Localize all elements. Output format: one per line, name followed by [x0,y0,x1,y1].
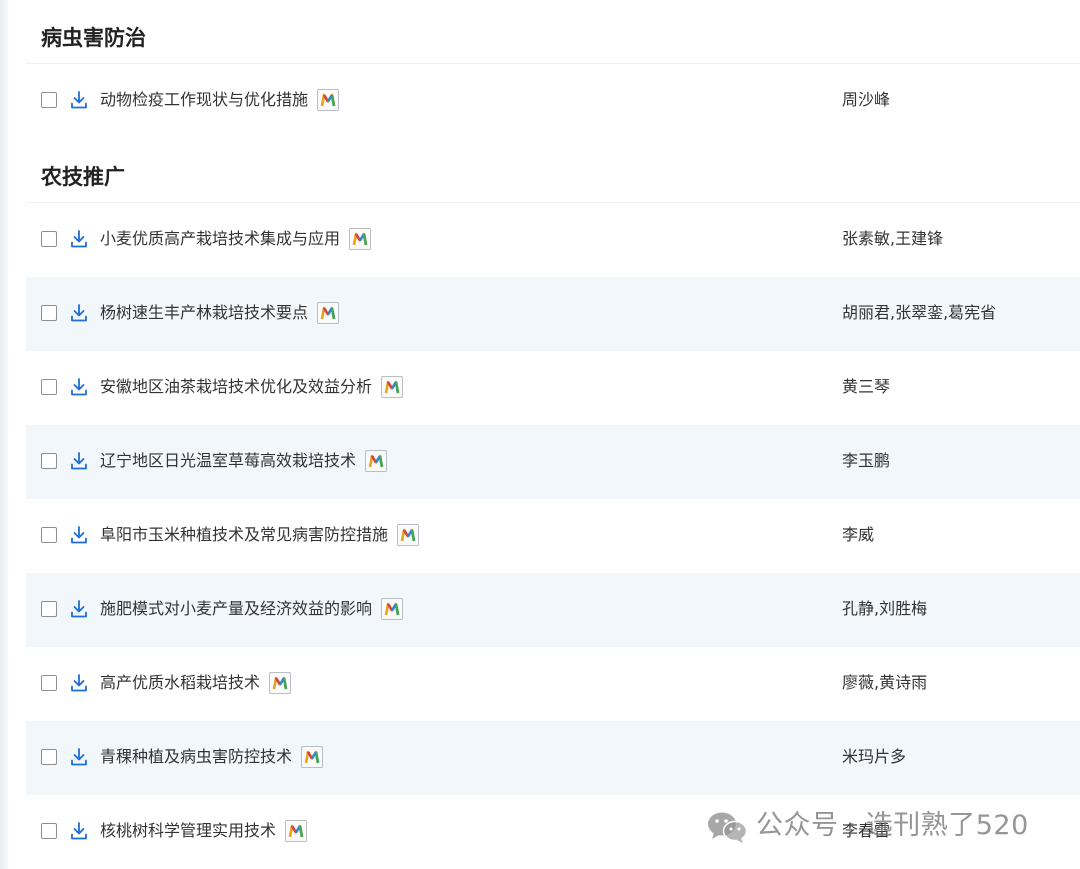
title-wrap: 核桃树科学管理实用技术 [100,818,308,844]
row-checkbox[interactable] [41,92,57,108]
download-icon[interactable] [68,376,90,398]
article-title-link[interactable]: 阜阳市玉米种植技术及常见病害防控措施 [100,522,388,548]
row-checkbox[interactable] [41,823,57,839]
download-icon[interactable] [68,524,90,546]
m-badge-icon[interactable] [381,598,404,620]
page: 病虫害防治 动物检疫工作现状与优化措施 周沙峰 农技推广 小麦优质高产栽培技术集… [0,0,1080,869]
article-title-link[interactable]: 施肥模式对小麦产量及经济效益的影响 [100,596,372,622]
m-badge-icon[interactable] [301,746,324,768]
row-checkbox[interactable] [41,749,57,765]
list-item[interactable]: 安徽地区油茶栽培技术优化及效益分析 黄三琴 [26,351,1080,425]
m-badge-icon[interactable] [269,672,292,694]
author-names: 李玉鹏 [842,451,891,470]
title-wrap: 阜阳市玉米种植技术及常见病害防控措施 [100,522,420,548]
row-checkbox[interactable] [41,453,57,469]
article-title-link[interactable]: 杨树速生丰产林栽培技术要点 [100,300,308,326]
article-title-link[interactable]: 动物检疫工作现状与优化措施 [100,87,308,113]
row-checkbox[interactable] [41,527,57,543]
section-title: 病虫害防治 [41,26,146,50]
m-badge-icon[interactable] [381,376,404,398]
row-checkbox[interactable] [41,675,57,691]
title-wrap: 小麦优质高产栽培技术集成与应用 [100,226,372,252]
download-icon[interactable] [68,89,90,111]
list-item[interactable]: 青稞种植及病虫害防控技术 米玛片多 [26,721,1080,795]
list-item[interactable]: 高产优质水稻栽培技术 廖薇,黄诗雨 [26,647,1080,721]
author-names: 黄三琴 [842,377,891,396]
article-title-link[interactable]: 核桃树科学管理实用技术 [100,818,276,844]
row-checkbox[interactable] [41,305,57,321]
author-names: 胡丽君,张翠銮,葛宪省 [842,303,997,322]
download-icon[interactable] [68,746,90,768]
m-badge-icon[interactable] [397,524,420,546]
list-item[interactable]: 小麦优质高产栽培技术集成与应用 张素敏,王建锋 [26,203,1080,277]
left-edge-shadow [0,0,8,869]
download-icon[interactable] [68,598,90,620]
row-checkbox[interactable] [41,601,57,617]
article-title-link[interactable]: 高产优质水稻栽培技术 [100,670,260,696]
list-item[interactable]: 动物检疫工作现状与优化措施 周沙峰 [26,64,1080,138]
download-icon[interactable] [68,450,90,472]
m-badge-icon[interactable] [285,820,308,842]
download-icon[interactable] [68,820,90,842]
m-badge-icon[interactable] [317,89,340,111]
article-title-link[interactable]: 安徽地区油茶栽培技术优化及效益分析 [100,374,372,400]
download-icon[interactable] [68,302,90,324]
article-title-link[interactable]: 辽宁地区日光温室草莓高效栽培技术 [100,448,356,474]
title-wrap: 高产优质水稻栽培技术 [100,670,292,696]
list-item[interactable]: 阜阳市玉米种植技术及常见病害防控措施 李威 [26,499,1080,573]
m-badge-icon[interactable] [349,228,372,250]
author-names: 米玛片多 [842,747,907,766]
section-header: 病虫害防治 [26,0,1080,64]
author-names: 周沙峰 [842,90,891,109]
list-item[interactable]: 施肥模式对小麦产量及经济效益的影响 孔静,刘胜梅 [26,573,1080,647]
row-checkbox[interactable] [41,231,57,247]
title-wrap: 施肥模式对小麦产量及经济效益的影响 [100,596,404,622]
author-names: 廖薇,黄诗雨 [842,673,928,692]
m-badge-icon[interactable] [317,302,340,324]
m-badge-icon[interactable] [365,450,388,472]
section-title: 农技推广 [41,165,125,189]
article-title-link[interactable]: 青稞种植及病虫害防控技术 [100,744,292,770]
author-names: 孔静,刘胜梅 [842,599,928,618]
title-wrap: 辽宁地区日光温室草莓高效栽培技术 [100,448,388,474]
list-item[interactable]: 杨树速生丰产林栽培技术要点 胡丽君,张翠銮,葛宪省 [26,277,1080,351]
list-item[interactable]: 辽宁地区日光温室草莓高效栽培技术 李玉鹏 [26,425,1080,499]
row-checkbox[interactable] [41,379,57,395]
title-wrap: 青稞种植及病虫害防控技术 [100,744,324,770]
author-names: 张素敏,王建锋 [842,229,944,248]
article-title-link[interactable]: 小麦优质高产栽培技术集成与应用 [100,226,340,252]
download-icon[interactable] [68,228,90,250]
author-names: 李威 [842,525,875,544]
watermark-text: 公众号 · 选刊熟了520 [756,810,1029,841]
title-wrap: 杨树速生丰产林栽培技术要点 [100,300,340,326]
title-wrap: 安徽地区油茶栽培技术优化及效益分析 [100,374,404,400]
section-header: 农技推广 [26,138,1080,203]
download-icon[interactable] [68,672,90,694]
wechat-icon [708,812,748,843]
title-wrap: 动物检疫工作现状与优化措施 [100,87,340,113]
